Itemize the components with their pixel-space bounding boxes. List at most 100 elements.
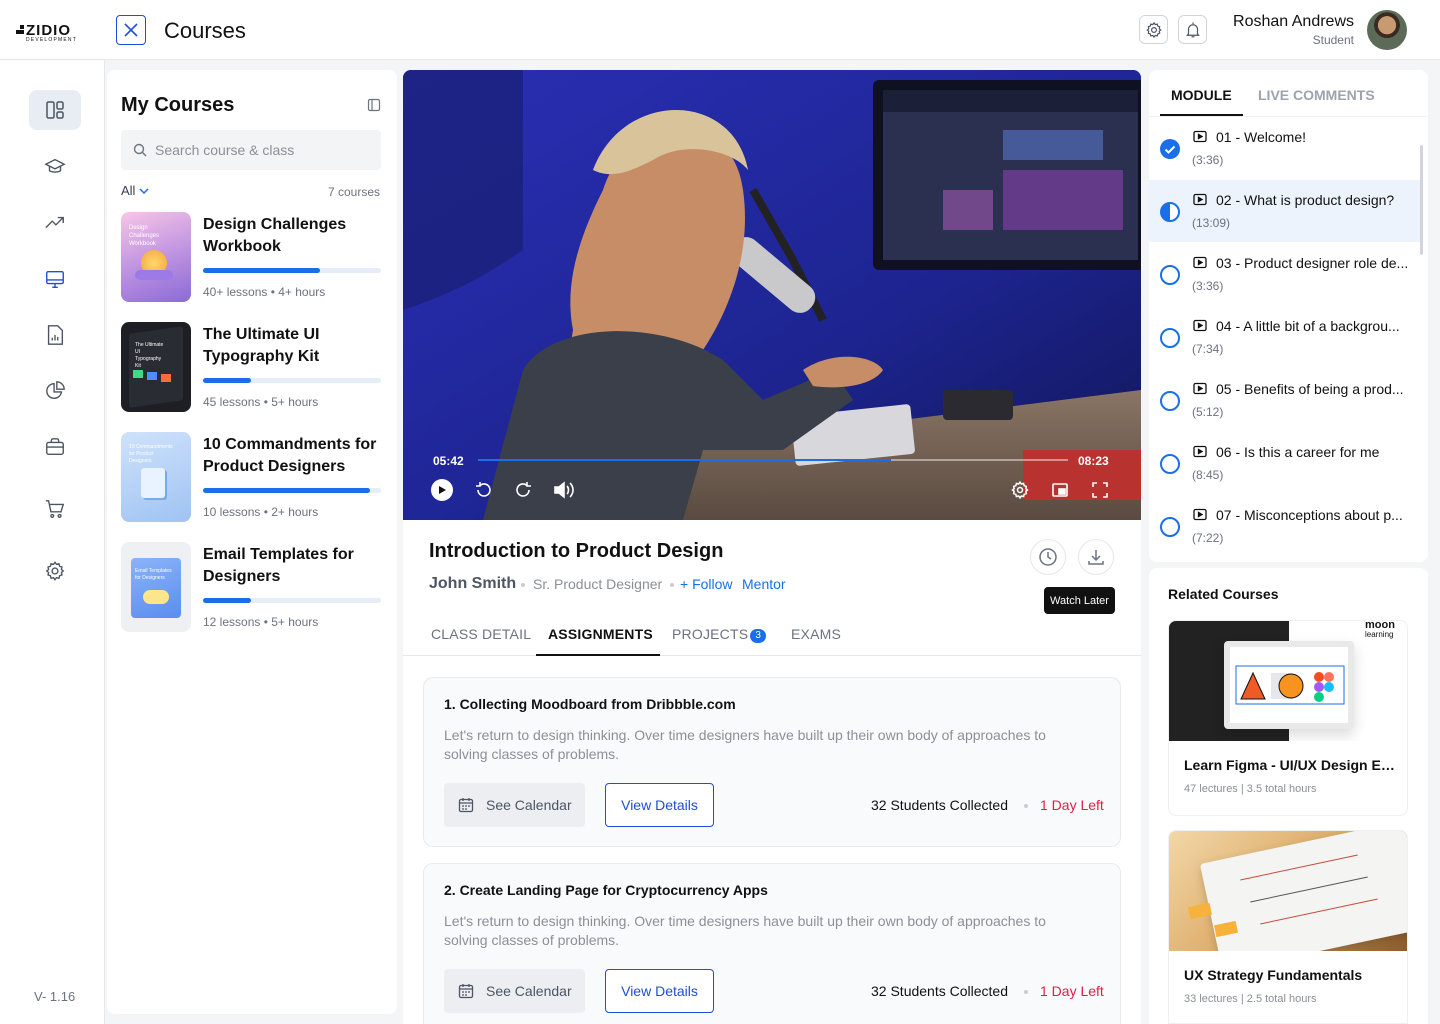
related-course-title: Learn Figma - UI/UX Design Es... bbox=[1184, 757, 1399, 773]
calendar-icon bbox=[458, 798, 474, 813]
nav-analytics[interactable] bbox=[29, 203, 81, 243]
module-item-duration: (3:36) bbox=[1192, 279, 1224, 293]
fullscreen-icon[interactable] bbox=[1091, 481, 1109, 499]
module-item-title: 04 - A little bit of a backgrou... bbox=[1216, 318, 1400, 334]
lesson-tabs: CLASS DETAIL ASSIGNMENTS PROJECTS 3 EXAMS bbox=[403, 616, 1141, 656]
course-progress-bar bbox=[203, 598, 381, 603]
tab-live-comments[interactable]: LIVE COMMENTS bbox=[1258, 87, 1375, 103]
video-current-time: 05:42 bbox=[433, 454, 464, 468]
course-thumbnail: The Ultimate UI Typography Kit bbox=[121, 322, 191, 412]
pip-icon[interactable] bbox=[1051, 481, 1069, 499]
course-card[interactable]: Design Challenges Workbook Design Challe… bbox=[121, 212, 383, 304]
view-details-button[interactable]: View Details bbox=[605, 969, 714, 1013]
nav-settings[interactable] bbox=[29, 551, 81, 591]
tab-class-detail[interactable]: CLASS DETAIL bbox=[431, 626, 531, 642]
separator-dot bbox=[1024, 990, 1028, 994]
active-tab-indicator bbox=[536, 654, 660, 656]
player-settings-icon[interactable] bbox=[1010, 480, 1030, 500]
lesson-title: Introduction to Product Design bbox=[429, 540, 724, 562]
video-lesson-icon bbox=[1193, 445, 1207, 458]
module-item[interactable]: 02 - What is product design? (13:09) bbox=[1149, 180, 1420, 242]
video-seek-track[interactable] bbox=[478, 459, 1068, 461]
module-item[interactable]: 06 - Is this a career for me (8:45) bbox=[1149, 432, 1420, 494]
related-course-card[interactable]: UX Strategy Fundamentals 33 lectures | 2… bbox=[1168, 830, 1408, 1024]
course-progress-bar bbox=[203, 268, 381, 273]
cart-icon bbox=[45, 500, 65, 518]
module-scrollbar[interactable] bbox=[1420, 145, 1423, 255]
nav-statistics[interactable] bbox=[29, 371, 81, 411]
module-item[interactable]: 04 - A little bit of a backgrou... (7:34) bbox=[1149, 306, 1420, 368]
collapse-panel-icon[interactable] bbox=[367, 98, 381, 112]
watch-later-button[interactable] bbox=[1030, 539, 1066, 575]
tab-exams[interactable]: EXAMS bbox=[791, 626, 841, 642]
see-calendar-button[interactable]: See Calendar bbox=[444, 783, 585, 827]
volume-icon[interactable] bbox=[553, 480, 575, 500]
course-progress-bar bbox=[203, 378, 381, 383]
nav-classes[interactable] bbox=[29, 259, 81, 299]
search-box[interactable] bbox=[121, 130, 381, 170]
course-thumbnail: 10 Commandments for Product Designers bbox=[121, 432, 191, 522]
report-icon bbox=[47, 325, 64, 345]
module-item-title: 05 - Benefits of being a prod... bbox=[1216, 381, 1404, 397]
course-card[interactable]: The Ultimate UI Typography Kit The Ultim… bbox=[121, 322, 383, 414]
filter-dropdown[interactable]: All bbox=[121, 183, 149, 198]
notifications-button[interactable] bbox=[1178, 15, 1207, 44]
related-course-meta: 33 lectures | 2.5 total hours bbox=[1184, 993, 1317, 1005]
avatar[interactable] bbox=[1367, 10, 1407, 50]
search-icon bbox=[133, 143, 147, 157]
module-item[interactable]: 07 - Misconceptions about p... (7:22) bbox=[1149, 495, 1420, 557]
video-lesson-icon bbox=[1193, 256, 1207, 269]
download-button[interactable] bbox=[1078, 539, 1114, 575]
active-module-tab-indicator bbox=[1160, 114, 1243, 116]
close-icon bbox=[124, 23, 138, 37]
see-calendar-label: See Calendar bbox=[486, 983, 572, 999]
video-frame bbox=[403, 70, 1141, 520]
tab-assignments[interactable]: ASSIGNMENTS bbox=[548, 626, 653, 642]
graduation-cap-icon bbox=[44, 158, 66, 173]
nav-reports[interactable] bbox=[29, 315, 81, 355]
tab-module[interactable]: MODULE bbox=[1171, 87, 1232, 103]
close-button[interactable] bbox=[116, 15, 146, 45]
see-calendar-button[interactable]: See Calendar bbox=[444, 969, 585, 1013]
related-course-card[interactable]: moon learning Learn Figma - UI/UX Design… bbox=[1168, 620, 1408, 816]
author-name[interactable]: John Smith bbox=[429, 575, 516, 593]
lesson-content: Introduction to Product Design John Smit… bbox=[403, 520, 1141, 1024]
not-started-icon bbox=[1160, 517, 1180, 537]
not-started-icon bbox=[1160, 328, 1180, 348]
days-left: 1 Day Left bbox=[1040, 983, 1104, 999]
nav-courses[interactable] bbox=[29, 147, 81, 187]
module-item-duration: (7:22) bbox=[1192, 531, 1224, 545]
follow-link[interactable]: + Follow bbox=[680, 576, 733, 592]
tab-projects[interactable]: PROJECTS 3 bbox=[672, 626, 767, 643]
calendar-icon bbox=[458, 984, 474, 999]
course-card[interactable]: Email Templates for Designers Email Temp… bbox=[121, 542, 383, 634]
module-item-title: 02 - What is product design? bbox=[1216, 192, 1395, 208]
module-item-title: 01 - Welcome! bbox=[1216, 129, 1306, 145]
nav-cart[interactable] bbox=[29, 489, 81, 529]
course-count: 7 courses bbox=[327, 185, 380, 199]
course-card[interactable]: 10 Commandments for Product Designers 10… bbox=[121, 432, 383, 524]
separator-dot bbox=[670, 583, 674, 587]
module-item-duration: (7:34) bbox=[1192, 342, 1224, 356]
video-duration: 08:23 bbox=[1078, 454, 1109, 468]
module-item[interactable]: 01 - Welcome! (3:36) bbox=[1149, 117, 1420, 179]
video-player[interactable]: 05:42 08:23 bbox=[403, 70, 1141, 520]
nav-dashboard[interactable] bbox=[29, 90, 81, 130]
play-button[interactable] bbox=[431, 479, 453, 501]
download-icon bbox=[1088, 550, 1104, 565]
search-input[interactable] bbox=[155, 142, 375, 158]
course-title: 10 Commandments for Product Designers bbox=[203, 436, 377, 475]
module-item-duration: (3:36) bbox=[1192, 153, 1224, 167]
view-details-button[interactable]: View Details bbox=[605, 783, 714, 827]
mentor-link[interactable]: Mentor bbox=[742, 576, 786, 592]
rewind-10-icon[interactable] bbox=[474, 480, 494, 500]
not-started-icon bbox=[1160, 265, 1180, 285]
nav-portfolio[interactable] bbox=[29, 427, 81, 467]
video-lesson-icon bbox=[1193, 319, 1207, 332]
projects-count-badge: 3 bbox=[750, 629, 767, 643]
forward-10-icon[interactable] bbox=[513, 480, 533, 500]
module-item[interactable]: 03 - Product designer role de... (3:36) bbox=[1149, 243, 1420, 305]
logo[interactable]: ZIDIO DEVELOPMENT bbox=[16, 22, 96, 43]
module-item[interactable]: 05 - Benefits of being a prod... (5:12) bbox=[1149, 369, 1420, 431]
settings-button[interactable] bbox=[1139, 15, 1168, 44]
